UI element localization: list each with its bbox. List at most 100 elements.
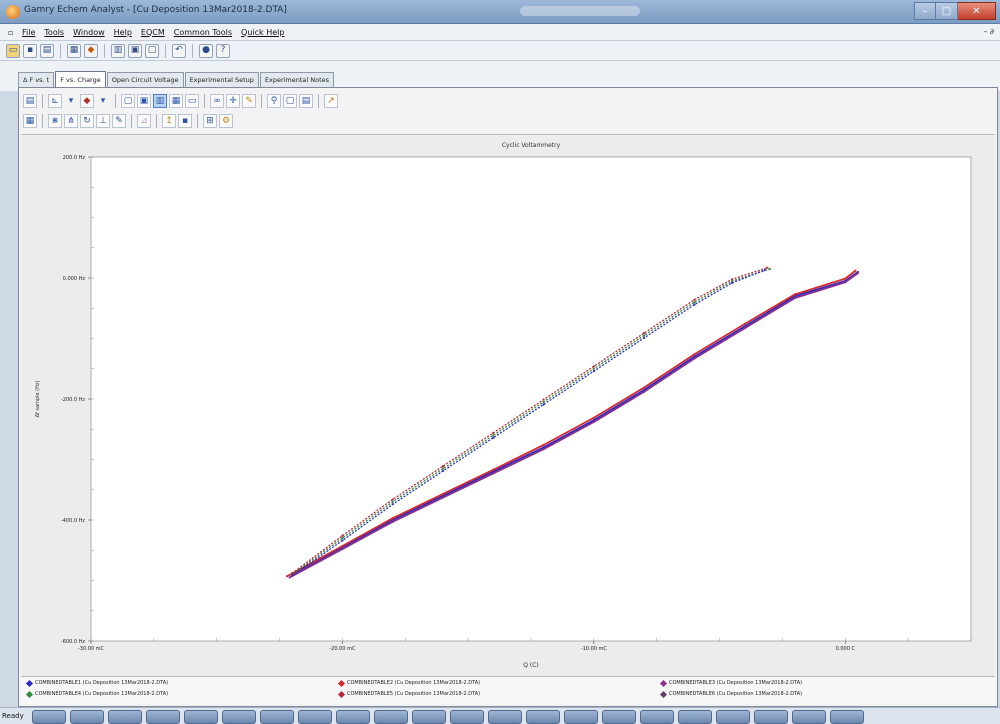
crosshair-icon[interactable]: ✛ xyxy=(226,94,240,108)
series-point-4 xyxy=(768,267,771,271)
tab-delta-f-vs-t[interactable]: Δ F vs. t xyxy=(18,72,55,87)
series-point-2 xyxy=(441,492,445,496)
taskbar-button[interactable] xyxy=(602,710,636,724)
settings-icon[interactable]: ⚙ xyxy=(219,114,233,128)
save-icon[interactable]: ▪ xyxy=(23,43,37,58)
taskbar-button[interactable] xyxy=(336,710,370,724)
axis-dropdown-icon[interactable]: ⊾ xyxy=(48,94,62,108)
print-icon[interactable]: ▦ xyxy=(67,43,81,58)
taskbar-button[interactable] xyxy=(754,710,788,724)
taskbar-button[interactable] xyxy=(830,710,864,724)
series-point-5 xyxy=(492,431,495,434)
taskbar-button[interactable] xyxy=(564,710,598,724)
taskbar-button[interactable] xyxy=(412,710,446,724)
series-point-5 xyxy=(441,465,445,468)
series-point-2 xyxy=(542,443,545,447)
close-button[interactable]: ✕ xyxy=(958,2,996,20)
menu-common-tools[interactable]: Common Tools xyxy=(174,28,232,37)
taskbar-button[interactable] xyxy=(222,710,256,724)
grid-toggle-icon[interactable]: ⊞ xyxy=(203,114,217,128)
layout-wide-icon[interactable]: ▭ xyxy=(185,94,199,108)
report-icon[interactable]: ▣ xyxy=(128,43,142,58)
system-menu-icon[interactable]: ▫ xyxy=(8,28,22,37)
binoculars-icon[interactable]: ∞ xyxy=(210,94,224,108)
legend-item-2[interactable]: COMBINEDTABLE2 (Cu Deposition 13Mar2018-… xyxy=(337,679,480,687)
menu-help[interactable]: Help xyxy=(114,28,132,37)
taskbar-button[interactable] xyxy=(526,710,560,724)
toolbar-separator xyxy=(104,43,105,58)
baseline-icon[interactable]: ⊥ xyxy=(96,114,110,128)
taskbar-button[interactable] xyxy=(298,710,332,724)
pointer-icon[interactable]: ↗ xyxy=(324,94,338,108)
zoom-fit-icon[interactable]: ▢ xyxy=(283,94,297,108)
zoom-out-icon[interactable]: ▤ xyxy=(299,94,313,108)
legend-item-5[interactable]: COMBINEDTABLE5 (Cu Deposition 13Mar2018-… xyxy=(337,690,480,698)
taskbar-button[interactable] xyxy=(70,710,104,724)
export-icon[interactable]: ▤ xyxy=(40,43,54,58)
open-folder-icon[interactable]: ▭ xyxy=(6,43,20,58)
mdi-controls[interactable]: – ∂ xyxy=(983,27,994,36)
title-bar[interactable]: Gamry Echem Analyst - [Cu Deposition 13M… xyxy=(0,0,1000,24)
menu-window[interactable]: Window xyxy=(73,28,105,37)
undo-icon[interactable]: ↶ xyxy=(172,43,186,58)
layout-active-icon[interactable]: ▥ xyxy=(153,94,167,108)
taskbar-button[interactable] xyxy=(108,710,142,724)
taskbar-button[interactable] xyxy=(792,710,826,724)
overlay-icon[interactable]: ◆ xyxy=(84,43,98,58)
menu-eqcm[interactable]: EQCM xyxy=(141,28,165,37)
menu-quick-help[interactable]: Quick Help xyxy=(241,28,284,37)
help-icon[interactable]: ● xyxy=(199,43,213,58)
copy-icon[interactable]: ▤ xyxy=(23,94,37,108)
chart-svg[interactable]: Cyclic Voltammetry 200.0 Hz 0.000 Hz -200.… xyxy=(21,135,995,677)
taskbar-button[interactable] xyxy=(450,710,484,724)
toolbar-separator xyxy=(42,94,43,108)
legend-item-4[interactable]: COMBINEDTABLE4 (Cu Deposition 13Mar2018-… xyxy=(25,690,168,698)
notes-icon[interactable]: ▢ xyxy=(145,43,159,58)
color-fill-icon[interactable]: ◆ xyxy=(80,94,94,108)
taskbar-button[interactable] xyxy=(640,710,674,724)
zoom-icon[interactable]: ⚲ xyxy=(267,94,281,108)
taskbar-button[interactable] xyxy=(678,710,712,724)
menu-file[interactable]: File xyxy=(22,28,35,37)
legend-item-6[interactable]: COMBINEDTABLE6 (Cu Deposition 13Mar2018-… xyxy=(659,690,802,698)
series-point-5 xyxy=(731,278,734,281)
marker-icon[interactable]: ✎ xyxy=(112,114,126,128)
context-help-icon[interactable]: ? xyxy=(216,43,230,58)
taskbar-button[interactable] xyxy=(260,710,294,724)
legend-item-1[interactable]: COMBINEDTABLE1 (Cu Deposition 13Mar2018-… xyxy=(25,679,168,687)
layout-single-icon[interactable]: ▢ xyxy=(121,94,135,108)
app-logo-icon[interactable] xyxy=(6,5,20,19)
minimize-button[interactable]: – xyxy=(914,2,936,20)
tab-open-circuit-voltage[interactable]: Open Circuit Voltage xyxy=(106,72,184,87)
layout-double-icon[interactable]: ▣ xyxy=(137,94,151,108)
chart-area[interactable]: Cyclic Voltammetry 200.0 Hz 0.000 Hz -200.… xyxy=(21,134,995,676)
table-view-icon[interactable]: ▦ xyxy=(23,114,37,128)
taskbar-button[interactable] xyxy=(374,710,408,724)
taskbar-button[interactable] xyxy=(32,710,66,724)
tab-f-vs-charge[interactable]: F vs. Charge xyxy=(55,71,106,87)
edit-icon[interactable]: ✎ xyxy=(242,94,256,108)
x-tick-label: -30.00 mC xyxy=(78,646,105,652)
fit-line-icon[interactable]: ⋇ xyxy=(48,114,62,128)
chevron-down-icon[interactable]: ▾ xyxy=(64,94,78,108)
chevron-down-icon[interactable]: ▾ xyxy=(96,94,110,108)
maximize-button[interactable]: □ xyxy=(936,2,958,20)
tab-experimental-setup[interactable]: Experimental Setup xyxy=(184,72,259,87)
chart-toolbar: ▤ ⊾ ▾ ◆ ▾ ▢ ▣ ▥ ▦ ▭ ∞ ✛ ✎ ⚲ ▢ ▤ ↗ xyxy=(23,92,338,110)
import-icon[interactable]: ↥ xyxy=(162,114,176,128)
menu-tools[interactable]: Tools xyxy=(44,28,64,37)
taskbar-button[interactable] xyxy=(184,710,218,724)
legend-item-3[interactable]: COMBINEDTABLE3 (Cu Deposition 13Mar2018-… xyxy=(659,679,802,687)
taskbar-button[interactable] xyxy=(488,710,522,724)
tab-experimental-notes[interactable]: Experimental Notes xyxy=(259,72,335,87)
taskbar xyxy=(32,710,864,724)
save-curve-icon[interactable]: ▪ xyxy=(178,114,192,128)
table-icon[interactable]: ▥ xyxy=(111,43,125,58)
smooth-icon[interactable]: ↻ xyxy=(80,114,94,128)
series-point-3 xyxy=(856,272,859,275)
taskbar-button[interactable] xyxy=(146,710,180,724)
taskbar-button[interactable] xyxy=(716,710,750,724)
layout-grid-icon[interactable]: ▦ xyxy=(169,94,183,108)
fit-curve-icon[interactable]: ⋔ xyxy=(64,114,78,128)
series-point-3 xyxy=(288,576,291,579)
